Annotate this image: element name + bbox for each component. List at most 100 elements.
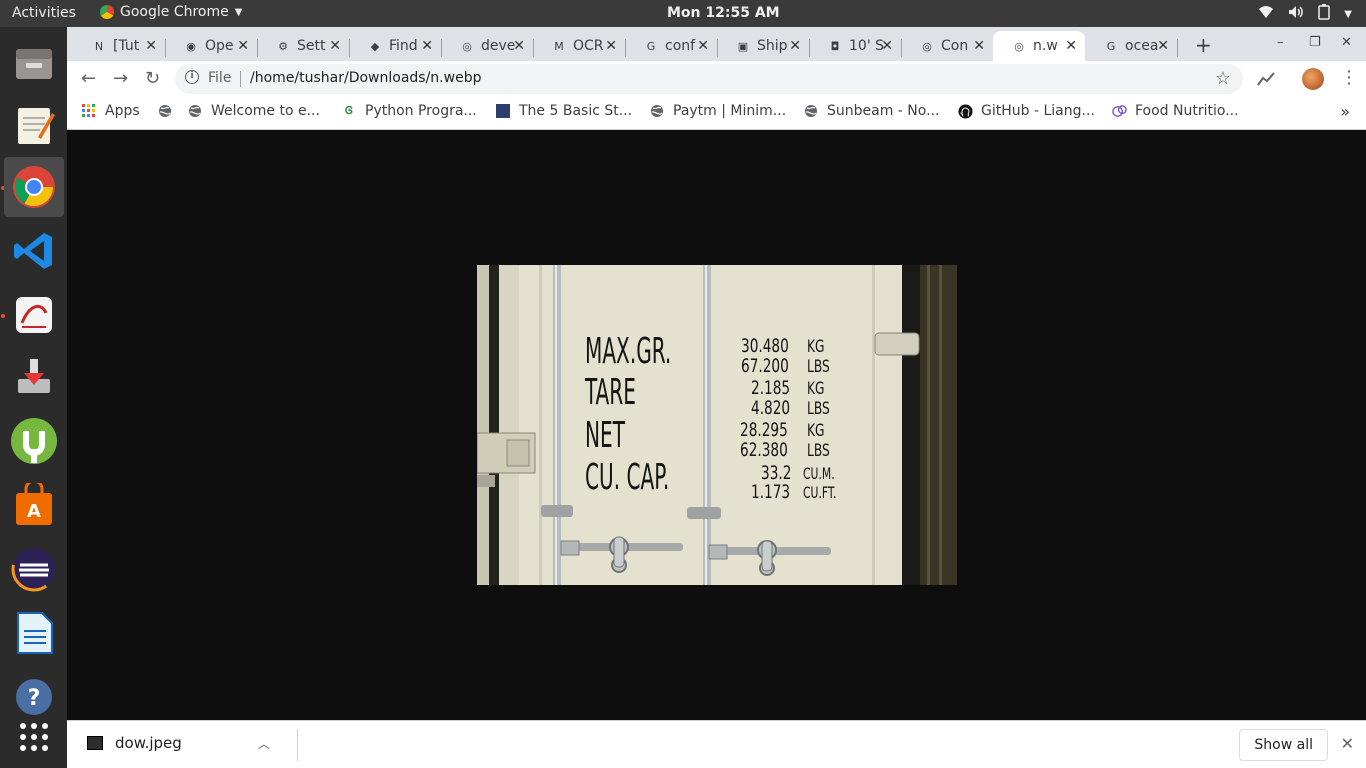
tab-favicon-icon: ◉ xyxy=(186,39,196,53)
bookmark-apps[interactable]: Apps xyxy=(81,103,140,119)
dock-app-grid[interactable] xyxy=(4,707,64,767)
bookmark-star-icon[interactable]: ☆ xyxy=(1215,68,1231,89)
tab-strip: N [Tut ✕ ◉ Ope ✕ ⚙ Sett ✕ ◆ Find ✕ ◎ deve ✕ M OCR ✕ Gconf ✕… xyxy=(67,27,1366,61)
vscode-icon xyxy=(14,233,52,269)
tab-close-icon[interactable]: ✕ xyxy=(881,38,893,54)
dock-vscode[interactable] xyxy=(4,221,64,281)
tab-favicon-icon: ⚙ xyxy=(278,39,288,53)
download-item[interactable]: dow.jpeg ︿ xyxy=(87,734,270,752)
tab-close-icon[interactable]: ✕ xyxy=(697,38,709,54)
tab-favicon-icon: ▣ xyxy=(737,39,749,53)
tab-7[interactable]: ▣ Ship ✕ xyxy=(717,31,809,61)
chrome-small-icon xyxy=(100,5,114,19)
restore-icon[interactable]: ❐ xyxy=(1309,35,1321,50)
back-icon[interactable]: ← xyxy=(81,68,96,89)
globe-icon xyxy=(187,103,203,119)
close-window-icon[interactable]: ✕ xyxy=(1341,35,1352,50)
tab-close-icon[interactable]: ✕ xyxy=(973,38,985,54)
text-editor-icon xyxy=(18,108,55,144)
bookmark-globe[interactable] xyxy=(157,103,173,119)
dock-eclipse[interactable] xyxy=(4,539,64,599)
bookmark-paytm[interactable]: Paytm | Minim... xyxy=(649,103,786,119)
tab-close-icon[interactable]: ✕ xyxy=(421,38,433,54)
tab-close-icon[interactable]: ✕ xyxy=(145,38,157,54)
download-file-name: dow.jpeg xyxy=(115,734,182,752)
forward-icon[interactable]: → xyxy=(113,68,128,89)
app-menu-label: Google Chrome xyxy=(120,4,229,20)
dock-writer[interactable] xyxy=(4,603,64,663)
bookmark-label: Paytm | Minim... xyxy=(673,103,787,119)
unit-kg: KG xyxy=(807,379,825,399)
app-menu[interactable]: Google Chrome ▼ xyxy=(100,4,242,20)
label-max-gr: MAX.GR. xyxy=(585,331,672,372)
show-all-button[interactable]: Show all xyxy=(1239,729,1328,761)
dock-document-viewer[interactable] xyxy=(4,285,64,345)
chevron-up-icon[interactable]: ︿ xyxy=(258,735,270,752)
wifi-icon xyxy=(1258,5,1274,23)
extension-icon[interactable] xyxy=(1257,70,1275,91)
profile-avatar[interactable] xyxy=(1302,68,1324,90)
tab-1[interactable]: ◉ Ope ✕ xyxy=(165,31,257,61)
info-icon[interactable]: i xyxy=(185,70,199,84)
minimize-icon[interactable]: – xyxy=(1277,35,1284,50)
tab-favicon-icon: ◆ xyxy=(370,39,380,53)
unit-cu-m: CU.M. xyxy=(803,464,835,483)
bookmark-sunbeam[interactable]: Sunbeam - No... xyxy=(803,103,939,119)
dock-file-manager[interactable] xyxy=(4,33,64,93)
dock-text-editor[interactable] xyxy=(4,95,64,155)
label-cu-cap: CU. CAP. xyxy=(585,457,670,498)
bookmark-github[interactable]: GitHub - Liang... xyxy=(957,103,1095,119)
tab-favicon-icon: M xyxy=(554,39,564,53)
tab-4[interactable]: ◎ deve ✕ xyxy=(441,31,533,61)
writer-icon xyxy=(17,612,53,654)
tab-close-icon[interactable]: ✕ xyxy=(1065,38,1077,54)
tab-close-icon[interactable]: ✕ xyxy=(1157,38,1169,54)
bookmark-5-basic[interactable]: The 5 Basic St... xyxy=(495,103,632,119)
bookmark-python[interactable]: Ꮆ Python Progra... xyxy=(341,103,477,119)
svg-text:A: A xyxy=(27,501,41,522)
url-text[interactable]: /home/tushar/Downloads/n.webp xyxy=(250,70,481,86)
tab-10[interactable]: ◎ n.w ✕ xyxy=(993,31,1085,61)
tab-2[interactable]: ⚙ Sett ✕ xyxy=(257,31,349,61)
apps-grid-icon xyxy=(81,103,97,119)
unit-kg: KG xyxy=(807,421,825,441)
tab-8[interactable]: ◘ 10' S ✕ xyxy=(809,31,901,61)
tab-close-icon[interactable]: ✕ xyxy=(605,38,617,54)
tab-close-icon[interactable]: ✕ xyxy=(329,38,341,54)
tab-6[interactable]: Gconf ✕ xyxy=(625,31,717,61)
dock-chrome[interactable] xyxy=(4,157,64,217)
dock-utorrent[interactable] xyxy=(4,411,64,471)
menu-kebab-icon[interactable]: ⋮ xyxy=(1340,67,1358,88)
address-bar[interactable]: i File /home/tushar/Downloads/n.webp ☆ xyxy=(175,64,1243,94)
tab-title: ocea xyxy=(1125,38,1159,54)
bookmark-welcome[interactable]: Welcome to e... xyxy=(187,103,320,119)
tab-close-icon[interactable]: ✕ xyxy=(237,38,249,54)
dock-installer[interactable] xyxy=(4,347,64,407)
tab-favicon-icon: ◘ xyxy=(830,39,840,53)
bookmarks-overflow-icon[interactable]: » xyxy=(1340,102,1350,121)
activities-button[interactable]: Activities xyxy=(12,5,76,21)
close-shelf-icon[interactable]: ✕ xyxy=(1341,734,1354,753)
chrome-icon xyxy=(13,166,55,208)
tab-close-icon[interactable]: ✕ xyxy=(789,38,801,54)
top-panel: Activities Google Chrome ▼ Mon 12:55 AM … xyxy=(0,0,1366,27)
tab-0[interactable]: N [Tut ✕ xyxy=(73,31,165,61)
tab-5[interactable]: M OCR ✕ xyxy=(533,31,625,61)
dock-software-center[interactable]: A xyxy=(4,475,64,535)
clock[interactable]: Mon 12:55 AM xyxy=(667,5,780,21)
value-tare-lbs: 4.820 xyxy=(751,397,791,419)
tab-9[interactable]: ◎ Con ✕ xyxy=(901,31,993,61)
tab-title: Ship xyxy=(757,38,788,54)
tab-11[interactable]: Gocea ✕ xyxy=(1085,31,1177,61)
system-menu-caret-icon: ▼ xyxy=(1344,8,1352,20)
reload-icon[interactable]: ↻ xyxy=(145,68,160,89)
tab-title: Find xyxy=(389,38,418,54)
new-tab-button[interactable]: + xyxy=(1195,33,1212,57)
system-tray[interactable]: ▼ xyxy=(1258,4,1352,24)
bookmark-food[interactable]: Food Nutritio... xyxy=(1111,103,1239,119)
page-icon xyxy=(495,103,511,119)
download-shelf: dow.jpeg ︿ Show all ✕ xyxy=(67,720,1366,768)
tab-close-icon[interactable]: ✕ xyxy=(513,38,525,54)
tab-3[interactable]: ◆ Find ✕ xyxy=(349,31,441,61)
image-viewer: MAX.GR. TARE NET CU. CAP. 30.480 KG 67.2… xyxy=(67,131,1366,720)
